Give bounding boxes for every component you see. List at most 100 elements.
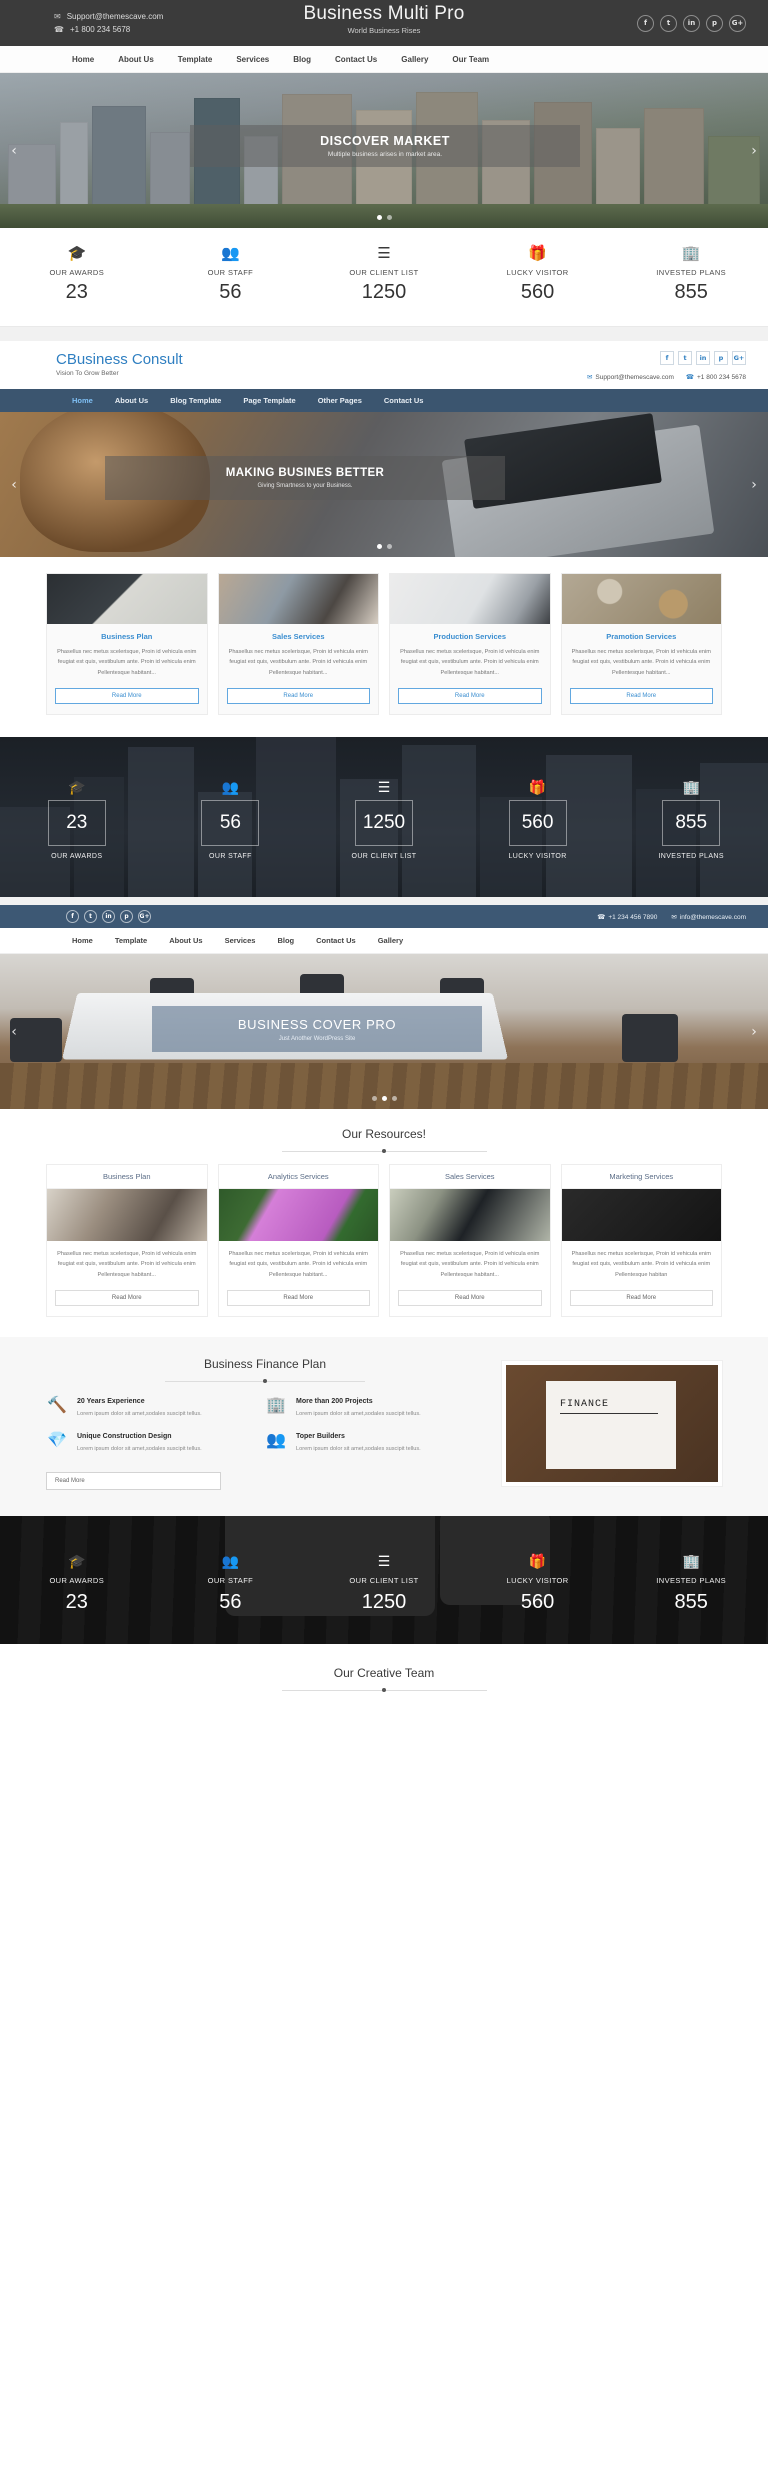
service-card-business-plan[interactable]: Business Plan Phasellus nec metus sceler… xyxy=(46,573,208,716)
counter-label: OUR STAFF xyxy=(209,853,252,861)
finance-read-more-button[interactable]: Read More xyxy=(46,1472,221,1491)
service-card-pramotion-services[interactable]: Pramotion Services Phasellus nec metus s… xyxy=(560,573,722,716)
people-group-icon: 👥 xyxy=(266,1432,286,1450)
t1-hero-subtitle: Multiple business arises in market area. xyxy=(327,151,443,158)
t1-nav-services[interactable]: Services xyxy=(236,55,269,64)
t3-nav-about-us[interactable]: About Us xyxy=(169,936,202,945)
hero-chair xyxy=(622,1014,678,1063)
t1-slider-prev-arrow[interactable]: ‹ xyxy=(4,143,24,159)
twitter-icon[interactable]: t xyxy=(678,351,692,365)
pinterest-icon[interactable]: p xyxy=(120,910,133,924)
service-read-more-button[interactable]: Read More xyxy=(398,688,542,705)
slider-dot[interactable] xyxy=(376,544,382,549)
twitter-icon[interactable]: t xyxy=(660,14,677,32)
service-card-sales-services[interactable]: Sales Services Phasellus nec metus scele… xyxy=(217,573,379,716)
pinterest-icon[interactable]: p xyxy=(714,351,728,365)
googleplus-icon[interactable]: G+ xyxy=(732,351,746,365)
people-group-icon: 👥 xyxy=(221,1553,240,1570)
t1-phone-row[interactable]: ☎ +1 800 234 5678 xyxy=(54,25,163,34)
t1-main-nav: Home About Us Template Services Blog Con… xyxy=(0,46,768,73)
t1-social-links: f t in p G+ xyxy=(637,14,746,32)
resource-read-more-button[interactable]: Read More xyxy=(398,1290,542,1307)
resource-card-analytics-services[interactable]: Analytics Services Phasellus nec metus s… xyxy=(217,1164,379,1318)
feature-unique-construction-design: 💎 Unique Construction Design Lorem ipsum… xyxy=(46,1433,265,1454)
t3-nav-services[interactable]: Services xyxy=(225,936,256,945)
t3-hero-title: BUSINESS COVER PRO xyxy=(237,1016,397,1032)
slider-dot[interactable] xyxy=(386,215,392,220)
t3-email-text: info@themescave.com xyxy=(679,913,746,921)
slider-dot[interactable] xyxy=(391,1096,397,1102)
service-read-more-button[interactable]: Read More xyxy=(569,688,713,705)
facebook-icon[interactable]: f xyxy=(66,910,79,924)
slider-dot[interactable] xyxy=(371,1096,377,1102)
linkedin-icon[interactable]: in xyxy=(102,910,115,924)
service-card-production-services[interactable]: Production Services Phasellus nec metus … xyxy=(389,573,551,716)
facebook-icon[interactable]: f xyxy=(637,14,654,32)
feature-title: 20 Years Experience xyxy=(77,1398,145,1406)
slider-dot[interactable] xyxy=(386,544,392,549)
resource-read-more-button[interactable]: Read More xyxy=(569,1290,713,1307)
t2-nav-page-template[interactable]: Page Template xyxy=(243,396,295,405)
t2-hero-subtitle: Giving Smartness to your Business. xyxy=(257,483,353,489)
t3-nav-gallery[interactable]: Gallery xyxy=(378,936,403,945)
envelope-icon: ✉ xyxy=(671,913,677,921)
t3-slider-prev-arrow[interactable]: ‹ xyxy=(4,1024,24,1040)
googleplus-icon[interactable]: G+ xyxy=(138,910,151,924)
twitter-icon[interactable]: t xyxy=(84,910,97,924)
t2-nav-other-pages[interactable]: Other Pages xyxy=(318,396,362,405)
resource-title: Analytics Services xyxy=(218,1165,378,1190)
slider-dot[interactable] xyxy=(381,1096,387,1102)
t1-nav-about-us[interactable]: About Us xyxy=(118,55,154,64)
t1-nav-gallery[interactable]: Gallery xyxy=(401,55,428,64)
t2-contact-info: ✉ Support@themescave.com ☎ +1 800 234 5678 xyxy=(587,373,746,381)
resource-card-business-plan[interactable]: Business Plan Phasellus nec metus sceler… xyxy=(46,1164,208,1318)
t2-main-nav: Home About Us Blog Template Page Templat… xyxy=(0,389,768,412)
t2-counters: 🎓 23 OUR AWARDS 👥 56 OUR STAFF ☰ 1250 OU… xyxy=(0,737,768,898)
t2-nav-contact-us[interactable]: Contact Us xyxy=(384,396,424,405)
slider-dot[interactable] xyxy=(376,215,382,220)
service-read-more-button[interactable]: Read More xyxy=(226,688,370,705)
t2-slider-prev-arrow[interactable]: ‹ xyxy=(4,477,24,493)
t3-phone-item[interactable]: ☎ +1 234 456 7890 xyxy=(597,913,657,921)
t3-counters: 🎓 OUR AWARDS 23 👥 OUR STAFF 56 ☰ OUR CLI… xyxy=(0,1516,768,1645)
resource-text: Phasellus nec metus scelerisque, Proin i… xyxy=(57,1251,197,1278)
t3-nav-home[interactable]: Home xyxy=(72,936,93,945)
building-icon: 🏢 xyxy=(682,779,700,796)
t3-nav-contact-us[interactable]: Contact Us xyxy=(316,936,356,945)
t2-slider-next-arrow[interactable]: › xyxy=(744,477,764,493)
t1-nav-our-team[interactable]: Our Team xyxy=(452,55,489,64)
resource-read-more-button[interactable]: Read More xyxy=(55,1290,199,1307)
business-finance-plan-section: Business Finance Plan 🔨 20 Years Experie… xyxy=(0,1337,768,1517)
resource-read-more-button[interactable]: Read More xyxy=(226,1290,370,1307)
linkedin-icon[interactable]: in xyxy=(683,14,700,32)
service-text: Phasellus nec metus scelerisque, Proin i… xyxy=(57,649,197,676)
gift-icon: 🎁 xyxy=(528,1553,547,1570)
t3-email-item[interactable]: ✉ info@themescave.com xyxy=(671,913,746,921)
t3-slider-next-arrow[interactable]: › xyxy=(744,1024,764,1040)
phone-icon: ☎ xyxy=(685,374,695,381)
t1-email-row[interactable]: ✉ Support@themescave.com xyxy=(54,12,163,21)
linkedin-icon[interactable]: in xyxy=(696,351,710,365)
t2-nav-about-us[interactable]: About Us xyxy=(115,396,148,405)
pinterest-icon[interactable]: p xyxy=(706,14,723,32)
theme-cbusiness-consult: CBusiness Consult Vision To Grow Better … xyxy=(0,341,768,898)
service-read-more-button[interactable]: Read More xyxy=(55,688,199,705)
facebook-icon[interactable]: f xyxy=(660,351,674,365)
resource-card-marketing-services[interactable]: Marketing Services Phasellus nec metus s… xyxy=(560,1164,722,1318)
t1-nav-template[interactable]: Template xyxy=(178,55,213,64)
resource-card-sales-services[interactable]: Sales Services Phasellus nec metus scele… xyxy=(389,1164,551,1318)
t1-nav-home[interactable]: Home xyxy=(72,55,94,64)
t3-nav-blog[interactable]: Blog xyxy=(277,936,294,945)
t3-nav-template[interactable]: Template xyxy=(115,936,147,945)
page-root: ✉ Support@themescave.com ☎ +1 800 234 56… xyxy=(0,0,768,1722)
t2-nav-blog-template[interactable]: Blog Template xyxy=(170,396,221,405)
t3-resources-row: Business Plan Phasellus nec metus sceler… xyxy=(0,1156,768,1338)
t2-nav-home[interactable]: Home xyxy=(72,396,93,405)
t1-slider-next-arrow[interactable]: › xyxy=(744,143,764,159)
t1-nav-blog[interactable]: Blog xyxy=(293,55,311,64)
googleplus-icon[interactable]: G+ xyxy=(729,14,746,32)
counter-label: OUR CLIENT LIST xyxy=(351,853,417,861)
t2-email-item[interactable]: ✉ Support@themescave.com xyxy=(587,373,674,381)
t2-phone-item[interactable]: ☎ +1 800 234 5678 xyxy=(686,373,746,381)
t1-nav-contact-us[interactable]: Contact Us xyxy=(335,55,377,64)
